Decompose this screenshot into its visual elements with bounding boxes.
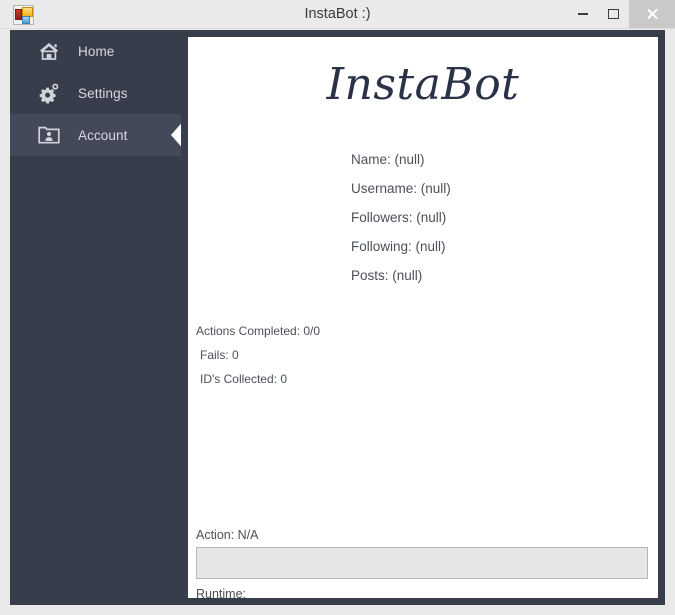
maximize-icon (608, 9, 619, 19)
sidebar-item-account[interactable]: Account (10, 114, 185, 156)
content-inner: InstaBot Name: (null) Username: (null) F… (188, 37, 658, 598)
minimize-icon (577, 13, 588, 15)
profile-following-row: Following: (null) (351, 239, 446, 254)
runtime-label: Runtime: (196, 587, 247, 598)
close-button[interactable] (629, 0, 675, 28)
profile-posts-row: Posts: (null) (351, 268, 423, 283)
action-status-label: Action: N/A (196, 528, 259, 542)
stat-ids-collected: ID's Collected: 0 (200, 372, 287, 386)
profile-followers-row: Followers: (null) (351, 210, 447, 225)
sidebar-item-home-label: Home (78, 43, 115, 59)
maximize-button[interactable] (598, 0, 629, 28)
stat-fails: Fails: 0 (200, 348, 239, 362)
close-icon (646, 8, 658, 20)
profile-info-list: Name: (null) Username: (null) Followers:… (351, 152, 451, 297)
page-title: InstaBot (326, 59, 520, 110)
profile-username-row: Username: (null) (351, 181, 451, 196)
home-icon (36, 39, 62, 63)
sidebar-item-home[interactable]: Home (10, 30, 185, 72)
content-panel: InstaBot Name: (null) Username: (null) F… (181, 30, 665, 605)
stats-list: Actions Completed: 0/0 Fails: 0 ID's Col… (196, 324, 320, 396)
account-folder-icon (36, 123, 62, 147)
profile-name-row: Name: (null) (351, 152, 425, 167)
sidebar: Home Settings Account (10, 30, 185, 605)
progress-bar (196, 547, 648, 579)
instabot-window: InstaBot :) Home Settings Account InstaB… (0, 0, 675, 615)
minimize-button[interactable] (567, 0, 598, 28)
title-bar: InstaBot :) (0, 0, 675, 29)
sidebar-item-account-label: Account (78, 127, 128, 143)
window-controls (567, 0, 675, 28)
sidebar-item-settings[interactable]: Settings (10, 72, 185, 114)
gear-icon (36, 81, 62, 105)
sidebar-item-settings-label: Settings (78, 85, 128, 101)
stat-actions-completed: Actions Completed: 0/0 (196, 324, 321, 338)
